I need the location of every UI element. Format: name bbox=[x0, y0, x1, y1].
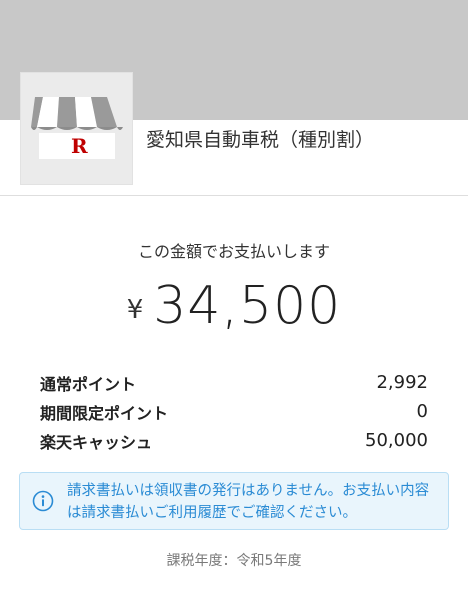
payment-amount: ¥34,500 bbox=[0, 276, 468, 340]
currency-symbol: ¥ bbox=[126, 295, 144, 325]
points-summary: 通常ポイント 2,992 期間限定ポイント 0 楽天キャッシュ 50,000 bbox=[40, 368, 428, 455]
store-logo: R bbox=[20, 72, 133, 185]
payment-caption: この金額でお支払いします bbox=[137, 242, 330, 261]
point-row-limited: 期間限定ポイント 0 bbox=[40, 397, 428, 426]
point-label: 楽天キャッシュ bbox=[40, 432, 153, 452]
point-value: 50,000 bbox=[365, 430, 428, 451]
point-row-cash: 楽天キャッシュ 50,000 bbox=[40, 426, 428, 455]
point-label: 通常ポイント bbox=[40, 374, 137, 394]
point-value: 0 bbox=[416, 401, 428, 422]
point-row-regular: 通常ポイント 2,992 bbox=[40, 368, 428, 397]
tax-year: 課税年度：令和5年度 bbox=[166, 553, 302, 569]
point-label: 期間限定ポイント bbox=[40, 403, 169, 423]
point-value: 2,992 bbox=[376, 372, 428, 393]
info-icon bbox=[32, 490, 54, 512]
store-name: 愛知県自動車税（種別割） bbox=[146, 129, 375, 151]
storefront-icon bbox=[31, 97, 123, 159]
notice-text: 請求書払いは領収書の発行はありません。お支払い内容は請求書払いご利用履歴でご確認… bbox=[67, 483, 430, 521]
info-notice: 請求書払いは領収書の発行はありません。お支払い内容は請求書払いご利用履歴でご確認… bbox=[19, 472, 449, 530]
brand-logo-mark: R bbox=[71, 134, 88, 158]
amount-value: 34,500 bbox=[153, 276, 342, 336]
